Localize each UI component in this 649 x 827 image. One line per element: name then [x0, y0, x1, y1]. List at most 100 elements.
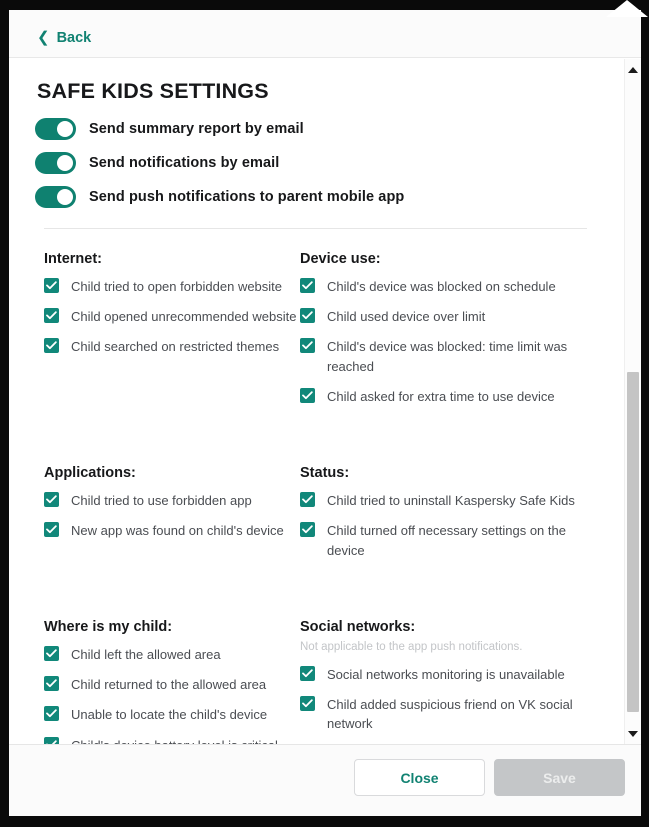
toggle-row[interactable]: Send notifications by email — [35, 152, 623, 174]
check-label: Child left the allowed area — [71, 646, 221, 662]
checkbox-checked-icon[interactable] — [44, 736, 59, 744]
check-row[interactable]: Child turned off necessary settings on t… — [300, 521, 585, 559]
settings-scroll-area[interactable]: SAFE KIDS SETTINGS Send summary report b… — [9, 59, 641, 744]
checkbox-checked-icon[interactable] — [300, 522, 315, 538]
scrollbar-thumb[interactable] — [627, 372, 639, 712]
checkbox-checked-icon[interactable] — [300, 308, 315, 324]
checkbox-checked-icon[interactable] — [44, 676, 59, 692]
checkbox-checked-icon[interactable] — [300, 387, 315, 403]
dialog-topbar: ❮ Back — [9, 10, 641, 58]
check-row[interactable]: Child returned to the allowed area — [44, 675, 297, 694]
toggle-knob — [57, 189, 73, 205]
settings-grid-row: Where is my child: Child left the allowe… — [9, 619, 623, 744]
settings-dialog: ❮ Back SAFE KIDS SETTINGS Send summary r… — [9, 10, 641, 816]
check-row[interactable]: Child opened unrecommended website — [44, 307, 297, 326]
check-label: Social networks monitoring is unavailabl… — [327, 666, 565, 682]
check-row[interactable]: Child tried to open forbidden website — [44, 277, 297, 296]
check-row[interactable]: Child left the allowed area — [44, 645, 297, 664]
checkbox-checked-icon[interactable] — [300, 338, 315, 354]
check-row[interactable]: Child added suspicious friend on VK soci… — [300, 695, 585, 733]
save-button: Save — [494, 759, 625, 796]
check-list: Social networks monitoring is unavailabl… — [300, 665, 585, 744]
checkbox-checked-icon[interactable] — [44, 278, 59, 293]
toggle-switch-email-notifications[interactable] — [35, 152, 76, 174]
check-label: Child returned to the allowed area — [71, 677, 267, 693]
check-row[interactable]: Child tried to use forbidden app — [44, 491, 297, 510]
vertical-scrollbar[interactable] — [624, 59, 641, 744]
triangle-down-icon — [628, 730, 638, 737]
section-title: Internet: — [44, 251, 102, 267]
notification-toggles: Send summary report by email Send notifi… — [9, 118, 623, 208]
settings-content: SAFE KIDS SETTINGS Send summary report b… — [9, 59, 623, 744]
check-list: Child tried to use forbidden app New app… — [44, 491, 297, 540]
check-label: Child turned off necessary settings on t… — [327, 523, 566, 558]
check-list: Child tried to uninstall Kaspersky Safe … — [300, 491, 585, 560]
scroll-up-button[interactable] — [625, 61, 641, 78]
section-status: Status: Child tried to uninstall Kaspers… — [297, 465, 585, 571]
check-label: Child's device was blocked: time limit w… — [327, 339, 568, 374]
checkbox-checked-icon[interactable] — [44, 645, 59, 661]
section-applications: Applications: Child tried to use forbidd… — [9, 465, 297, 571]
check-row[interactable]: New app was found on child's device — [44, 521, 297, 540]
checkbox-checked-icon[interactable] — [44, 308, 59, 324]
checkbox-checked-icon[interactable] — [300, 492, 315, 508]
check-row[interactable]: Child used device over limit — [300, 307, 585, 326]
check-label: Child searched on restricted themes — [71, 339, 280, 355]
checkbox-checked-icon[interactable] — [300, 278, 315, 293]
toggle-label: Send notifications by email — [89, 155, 280, 171]
check-label: Child opened unrecommended website — [71, 309, 297, 325]
checkbox-checked-icon[interactable] — [300, 696, 315, 712]
section-title: Status: — [300, 465, 350, 482]
toggle-label: Send summary report by email — [89, 121, 304, 137]
checkbox-checked-icon[interactable] — [300, 665, 315, 681]
screen: ❮ Back SAFE KIDS SETTINGS Send summary r… — [0, 0, 649, 827]
check-label: Child added suspicious friend on VK soci… — [327, 697, 573, 732]
back-button-label: Back — [56, 30, 92, 46]
toggle-switch-push-notifications[interactable] — [35, 186, 76, 208]
close-button[interactable]: Close — [354, 759, 485, 796]
section-device-use: Device use: Child's device was blocked o… — [297, 251, 585, 417]
checkbox-checked-icon[interactable] — [44, 492, 59, 508]
scroll-down-button[interactable] — [625, 725, 641, 742]
back-button[interactable]: ❮ Back — [37, 28, 92, 47]
dialog-footer: Close Save — [9, 744, 641, 816]
check-label: Child tried to use forbidden app — [71, 493, 252, 509]
toggle-label: Send push notifications to parent mobile… — [89, 189, 405, 205]
section-note: Not applicable to the app push notificat… — [300, 640, 523, 653]
check-list: Child left the allowed area Child return… — [44, 645, 297, 744]
check-label: Child's device was blocked on schedule — [327, 279, 556, 294]
toggle-row[interactable]: Send push notifications to parent mobile… — [35, 186, 623, 208]
settings-grid-row: Applications: Child tried to use forbidd… — [9, 465, 623, 571]
settings-grid-row: Internet: Child tried to open forbidden … — [9, 251, 623, 417]
checkbox-checked-icon[interactable] — [44, 338, 59, 354]
toggle-row[interactable]: Send summary report by email — [35, 118, 623, 140]
section-title: Applications: — [44, 465, 136, 482]
check-row[interactable]: Child's device was blocked on schedule — [300, 277, 585, 296]
check-row[interactable]: Social networks monitoring is unavailabl… — [300, 665, 585, 684]
check-label: Unable to locate the child's device — [71, 707, 268, 723]
section-title: Social networks: — [300, 618, 416, 635]
section-title: Where is my child: — [44, 618, 173, 635]
section-title: Device use: — [300, 251, 381, 267]
toggle-switch-summary-report[interactable] — [35, 118, 76, 140]
check-row[interactable]: Child's device was blocked: time limit w… — [300, 337, 585, 375]
check-label: Child used device over limit — [327, 309, 486, 325]
check-row[interactable]: Child's device battery level is critical — [44, 736, 297, 744]
chevron-left-icon: ❮ — [37, 28, 50, 46]
checkbox-checked-icon[interactable] — [44, 706, 59, 722]
popover-notch-icon — [606, 0, 648, 17]
toggle-knob — [57, 121, 73, 137]
check-row[interactable]: Unable to locate the child's device — [44, 705, 297, 724]
check-row[interactable]: Child asked for extra time to use device — [300, 387, 585, 406]
section-where-is-my-child: Where is my child: Child left the allowe… — [9, 619, 297, 744]
check-row[interactable]: Child searched on restricted themes — [44, 337, 297, 356]
checkbox-checked-icon[interactable] — [44, 522, 59, 538]
section-social-networks: Social networks: Not applicable to the a… — [297, 619, 585, 744]
section-internet: Internet: Child tried to open forbidden … — [9, 251, 297, 417]
check-list: Child tried to open forbidden website Ch… — [44, 277, 297, 357]
page-title: SAFE KIDS SETTINGS — [37, 79, 269, 103]
check-row[interactable]: Child tried to uninstall Kaspersky Safe … — [300, 491, 585, 510]
triangle-up-icon — [628, 66, 638, 73]
